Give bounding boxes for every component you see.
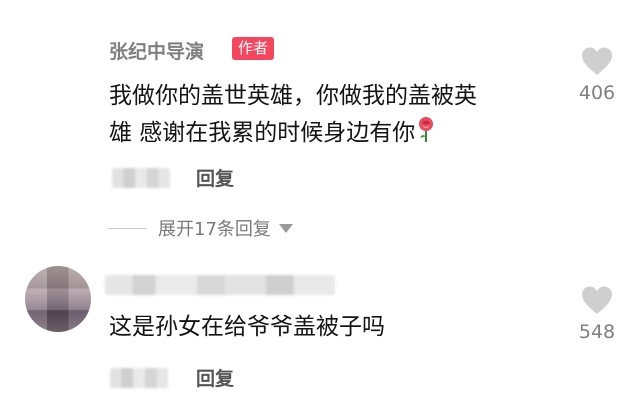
- comment-username[interactable]: 张纪中导演: [109, 37, 204, 64]
- comment-timestamp-blurred: [112, 168, 170, 188]
- comment-text: 雄 感谢在我累的时候身边有你: [109, 120, 416, 146]
- comment-list: 张纪中导演 作者 我做你的盖世英雄，你做我的盖被英 雄 感谢在我累的时候身边有你…: [0, 0, 640, 403]
- comment-username-blurred[interactable]: [105, 275, 335, 295]
- author-badge: 作者: [232, 37, 275, 60]
- comment-text: 这是孙女在给爷爷盖被子吗: [109, 314, 385, 340]
- reply-button[interactable]: 回复: [196, 164, 234, 191]
- heart-icon: [582, 47, 612, 75]
- heart-icon: [582, 286, 612, 314]
- comment-text-line-2: 雄 感谢在我累的时候身边有你: [109, 115, 435, 154]
- avatar-mosaic: [25, 266, 91, 332]
- reply-button[interactable]: 回复: [196, 364, 234, 391]
- comment-text-line: 我做你的盖世英雄，你做我的盖被英: [109, 83, 477, 109]
- like-button[interactable]: 548: [565, 285, 629, 343]
- avatar-blurred[interactable]: [25, 266, 91, 332]
- rose-emoji-icon: [417, 117, 435, 154]
- expand-divider: [108, 227, 146, 229]
- like-count: 406: [578, 82, 616, 104]
- comment-timestamp-blurred: [110, 368, 168, 388]
- expand-replies-button[interactable]: 展开17条回复: [108, 215, 293, 241]
- like-count: 548: [578, 321, 616, 343]
- like-button[interactable]: 406: [565, 46, 629, 104]
- avatar[interactable]: [31, 31, 89, 89]
- expand-replies-label: 展开17条回复: [158, 219, 271, 240]
- caret-down-icon: [278, 223, 293, 233]
